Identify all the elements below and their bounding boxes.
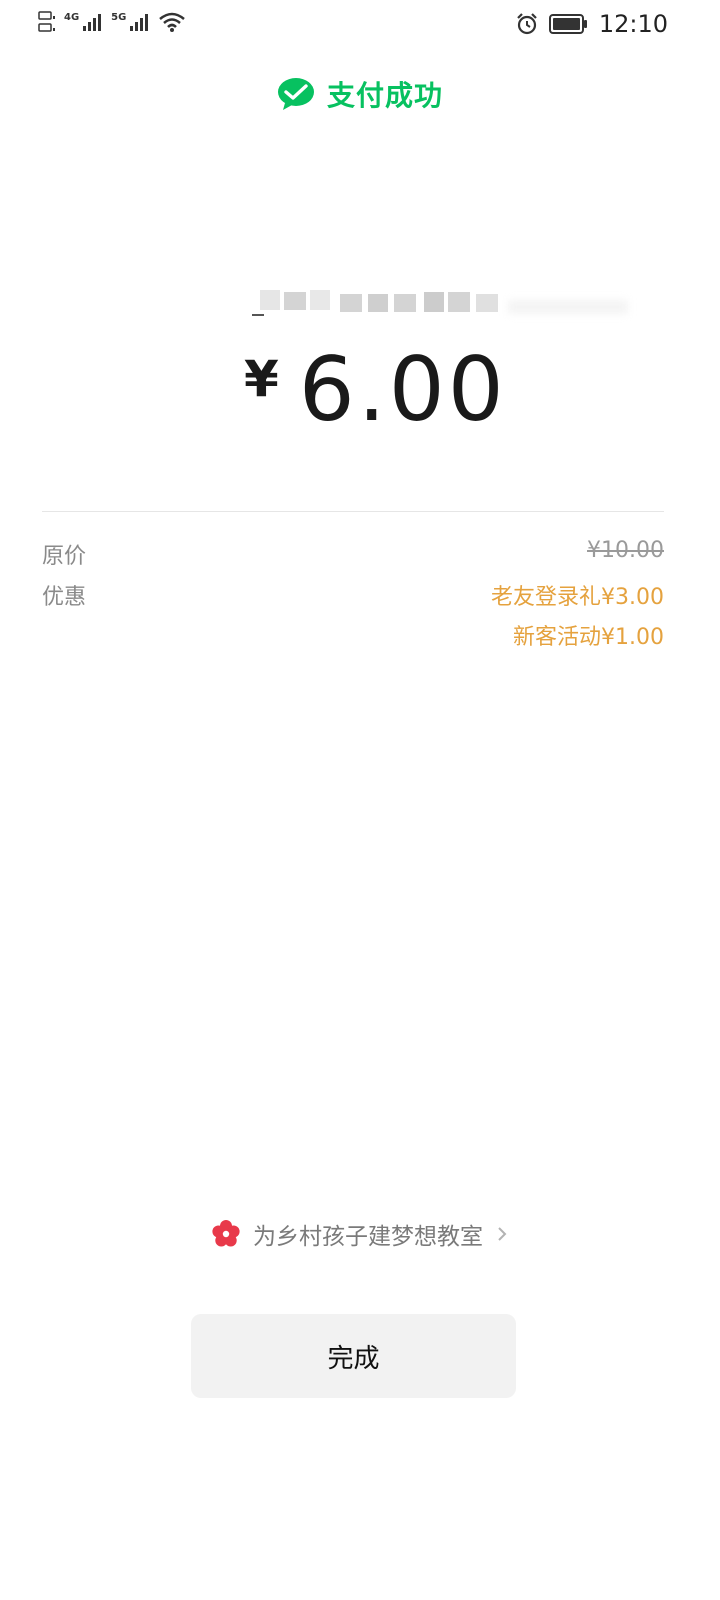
status-bar-left: 4G 5G: [38, 10, 186, 34]
page-title: 支付成功: [326, 79, 443, 112]
signal-icon: [130, 14, 149, 31]
discount-item: 老友登录礼¥3.00: [491, 585, 664, 610]
wifi-icon: [159, 12, 186, 32]
chevron-right-icon: [498, 1227, 507, 1241]
donation-link[interactable]: 为乡村孩子建梦想教室: [0, 1214, 720, 1254]
blur-block: [252, 314, 264, 316]
done-button[interactable]: 完成: [191, 1314, 516, 1398]
blur-block: [394, 294, 416, 312]
blur-block: [340, 294, 362, 312]
discount-label: 优惠: [42, 585, 87, 610]
donation-text: 为乡村孩子建梦想教室: [253, 1224, 483, 1250]
sim-icon: [38, 11, 55, 32]
status-bar: 4G 5G 12:10: [0, 0, 720, 50]
alarm-icon: [517, 13, 537, 35]
currency-symbol: ¥: [244, 350, 279, 408]
status-bar-right: 12:10: [515, 10, 668, 38]
blur-block: [448, 292, 470, 312]
signal-group-2: 5G: [111, 12, 152, 32]
original-price-label: 原价: [42, 544, 87, 569]
network-type-label: 4G: [64, 12, 80, 23]
blur-block: [260, 290, 280, 310]
signal-group-1: 4G: [64, 12, 105, 32]
wechat-pay-icon: [277, 78, 314, 110]
flower-icon: [212, 1220, 240, 1247]
signal-icon: [83, 14, 102, 31]
payment-amount: ¥ 6.00: [244, 340, 507, 440]
payment-success-header: 支付成功: [0, 72, 720, 116]
original-price-value: ¥10.00: [587, 538, 664, 563]
merchant-name-blurred: [248, 282, 638, 330]
divider: [42, 511, 664, 512]
blur-block: [424, 292, 444, 312]
blur-block: [476, 294, 498, 312]
blur-block: [508, 300, 628, 314]
network-type-label: 5G: [111, 12, 127, 23]
clock-time: 12:10: [598, 10, 668, 38]
battery-icon: [548, 14, 587, 34]
blur-block: [284, 292, 306, 310]
blur-block: [310, 290, 330, 310]
discount-item: 新客活动¥1.00: [513, 625, 664, 650]
blur-block: [368, 294, 388, 312]
amount-value: 6.00: [298, 338, 507, 441]
